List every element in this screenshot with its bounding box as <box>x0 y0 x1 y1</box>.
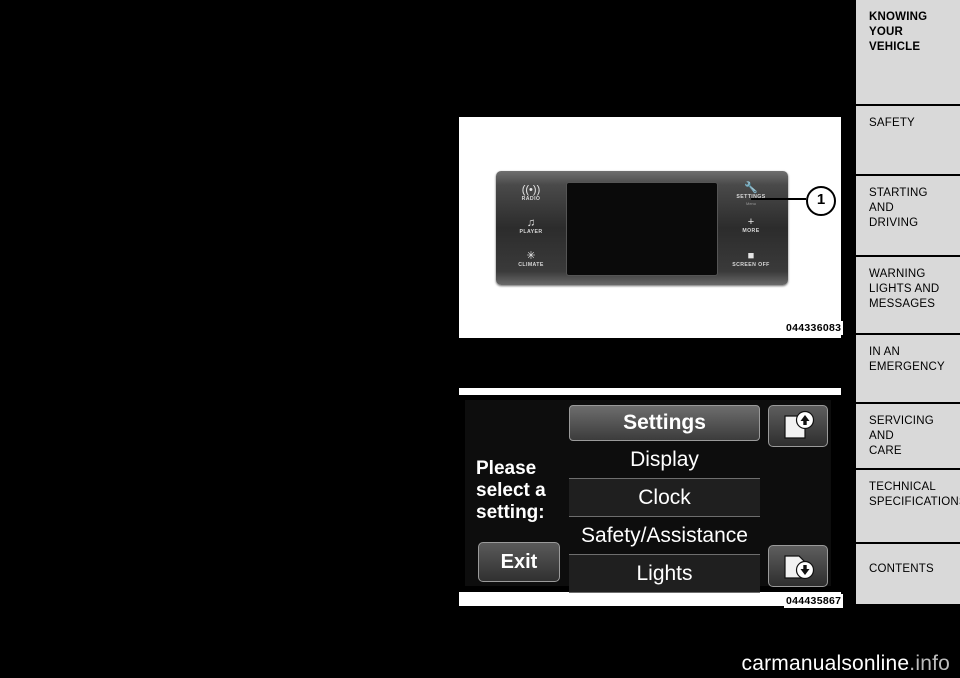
plus-icon: + <box>747 216 755 228</box>
tab-label-line: WARNING <box>869 268 926 280</box>
more-button[interactable]: + MORE <box>722 216 780 235</box>
figure-settings-menu: Please select a setting: Exit Settings D… <box>459 388 841 606</box>
menu-item-lights[interactable]: Lights <box>569 555 760 593</box>
settings-button[interactable]: 🔧 SETTINGS Menu <box>722 182 780 206</box>
climate-button-label: CLIMATE <box>518 262 544 268</box>
settings-prompt: Please select a setting: <box>476 458 564 524</box>
tab-label-line: STARTING <box>869 187 928 199</box>
player-button[interactable]: ♫ PLAYER <box>502 217 560 236</box>
figure-1-id: 044336083 <box>784 321 844 335</box>
settings-screen-inner: Please select a setting: Exit Settings D… <box>465 400 831 593</box>
callout-marker-1: 1 <box>806 186 836 216</box>
radio-antenna-icon: ((•)) <box>521 184 541 196</box>
settings-menu-list: Settings Display Clock Safety/Assistance… <box>569 405 760 593</box>
sidebar-item-in-an-emergency[interactable]: IN AN EMERGENCY <box>856 335 960 402</box>
tab-label-line: SPECIFICATIONS <box>869 496 960 508</box>
tab-label-line: EMERGENCY <box>869 361 945 373</box>
screen-off-icon: ■ <box>747 250 755 262</box>
radio-button-label: RADIO <box>521 196 541 202</box>
menu-item-safety-assistance[interactable]: Safety/Assistance <box>569 517 760 555</box>
radio-head-unit: ((•)) RADIO ♫ PLAYER ✳ CLIMATE 🔧 SETTING… <box>496 171 788 285</box>
settings-prompt-line: select a <box>476 480 546 501</box>
tab-label-line: CONTENTS <box>869 563 934 575</box>
screen-off-button-label: SCREEN OFF <box>732 262 770 268</box>
tab-label-line: AND <box>869 202 894 214</box>
screen-off-button[interactable]: ■ SCREEN OFF <box>722 250 780 269</box>
scroll-up-button[interactable] <box>768 405 828 447</box>
music-note-icon: ♫ <box>526 217 536 229</box>
tab-label-line: MESSAGES <box>869 298 936 310</box>
section-tab-column: KNOWING YOUR VEHICLE SAFETY STARTING AND… <box>856 0 960 628</box>
tab-label-line: YOUR <box>869 26 904 38</box>
tab-label-line: LIGHTS AND <box>869 283 940 295</box>
settings-menu-header: Settings <box>569 405 760 441</box>
watermark-main: carmanualsonline <box>741 652 910 675</box>
sidebar-item-safety[interactable]: SAFETY <box>856 106 960 174</box>
settings-button-sublabel: Menu <box>745 201 756 206</box>
exit-button[interactable]: Exit <box>478 542 560 582</box>
sidebar-item-warning-lights-and-messages[interactable]: WARNING LIGHTS AND MESSAGES <box>856 257 960 333</box>
radio-button[interactable]: ((•)) RADIO <box>502 184 560 203</box>
sidebar-item-contents[interactable]: CONTENTS <box>856 544 960 604</box>
tab-label-line: AND <box>869 430 894 442</box>
sidebar-item-technical-specifications[interactable]: TECHNICAL SPECIFICATIONS <box>856 470 960 542</box>
callout-leader-line <box>751 198 806 200</box>
tab-label-line: VEHICLE <box>869 41 921 53</box>
watermark-suffix: .info <box>909 652 950 675</box>
wrench-icon: 🔧 <box>744 182 758 194</box>
fan-icon: ✳ <box>526 250 536 262</box>
scroll-up-icon <box>784 410 815 439</box>
tab-label-line: SERVICING <box>869 415 934 427</box>
tab-label-line: TECHNICAL <box>869 481 936 493</box>
figure-radio-head-unit: ((•)) RADIO ♫ PLAYER ✳ CLIMATE 🔧 SETTING… <box>459 117 841 338</box>
menu-item-display[interactable]: Display <box>569 441 760 479</box>
figure-2-id: 044435867 <box>784 594 844 608</box>
site-watermark: carmanualsonline.info <box>742 652 951 676</box>
radio-display-screen[interactable] <box>566 182 718 276</box>
settings-prompt-line: setting: <box>476 502 545 523</box>
player-button-label: PLAYER <box>519 229 543 235</box>
scroll-down-icon <box>784 555 815 580</box>
tab-label-line: CARE <box>869 445 902 457</box>
sidebar-item-starting-and-driving[interactable]: STARTING AND DRIVING <box>856 176 960 255</box>
sidebar-item-servicing-and-care[interactable]: SERVICING AND CARE <box>856 404 960 468</box>
tab-label-line: IN AN <box>869 346 901 358</box>
menu-item-clock[interactable]: Clock <box>569 479 760 517</box>
sidebar-item-knowing-your-vehicle[interactable]: KNOWING YOUR VEHICLE <box>856 0 960 104</box>
tab-label-line: DRIVING <box>869 217 919 229</box>
tab-label-line: KNOWING <box>869 11 928 23</box>
settings-screen: Please select a setting: Exit Settings D… <box>459 395 841 593</box>
settings-prompt-line: Please <box>476 458 537 479</box>
scroll-down-button[interactable] <box>768 545 828 587</box>
tab-label-line: SAFETY <box>869 117 915 129</box>
climate-button[interactable]: ✳ CLIMATE <box>502 250 560 269</box>
more-button-label: MORE <box>742 228 760 234</box>
